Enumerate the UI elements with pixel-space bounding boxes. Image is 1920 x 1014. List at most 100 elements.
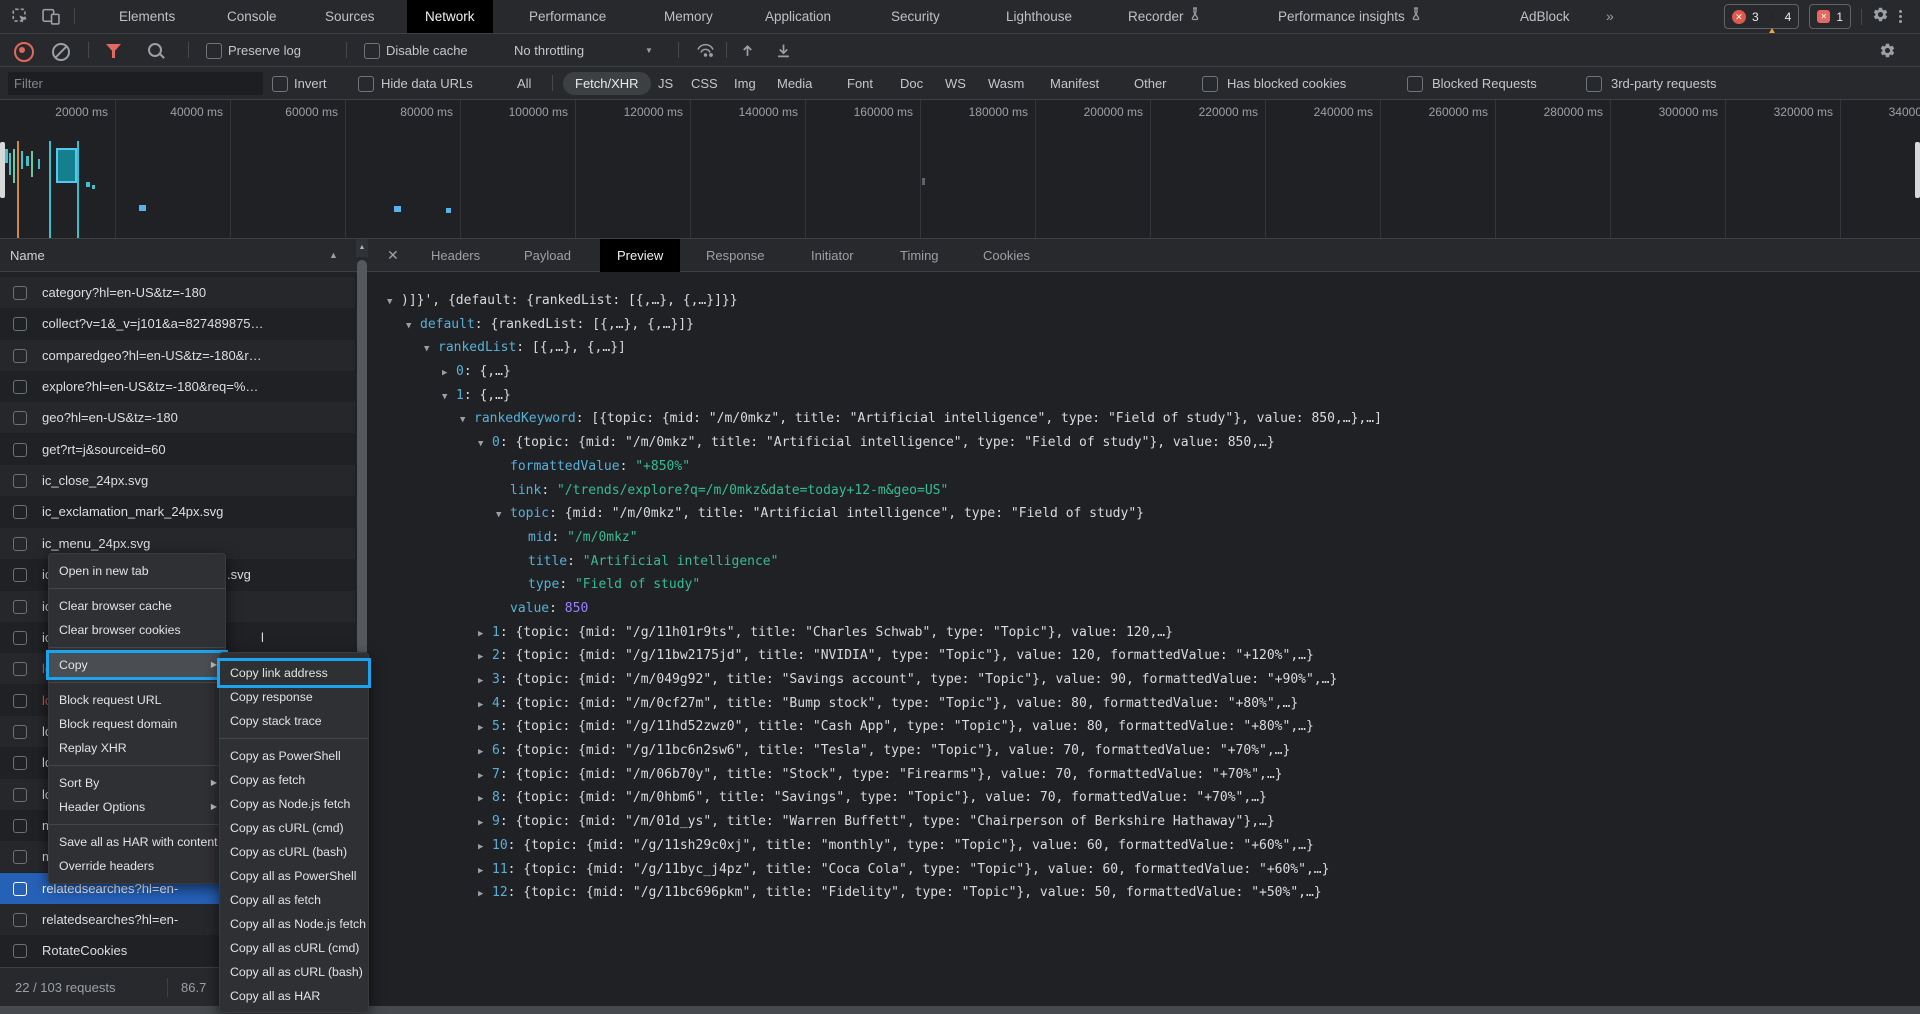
request-row[interactable]: explore?hl=en-US&tz=-180&req=%… [0,371,355,402]
tree-row[interactable]: ▼topic: {mid: "/m/0mkz", title: "Artific… [368,502,1920,526]
filter-input[interactable] [8,72,263,95]
tab-network[interactable]: Network [407,0,493,33]
throttling-select[interactable]: No throttling [514,34,584,67]
request-checkbox[interactable] [13,913,27,927]
tab-elements[interactable]: Elements [119,0,175,33]
detail-tab-payload[interactable]: Payload [524,239,571,272]
export-har-icon[interactable] [776,43,791,63]
collapsed-arrow-icon[interactable]: ▶ [442,362,456,386]
tree-row[interactable]: mid: "/m/0mkz" [368,526,1920,550]
submenu-item-copy-all-as-har[interactable]: Copy all as HAR [220,984,368,1008]
expanded-arrow-icon[interactable]: ▼ [406,315,420,339]
collapsed-arrow-icon[interactable]: ▶ [478,765,492,789]
tab-performance-insights[interactable]: Performance insights [1278,0,1422,33]
request-row[interactable]: get?rt=j&sourceid=60 [0,434,355,465]
request-checkbox[interactable] [13,662,27,676]
submenu-item-copy-all-as-node-js-fetch[interactable]: Copy all as Node.js fetch [220,912,368,936]
tab-memory[interactable]: Memory [664,0,713,33]
search-icon[interactable] [148,43,162,57]
invert-checkbox[interactable] [272,76,288,92]
request-checkbox[interactable] [13,694,27,708]
tree-row[interactable]: ▶1: {topic: {mid: "/g/11h01r9ts", title:… [368,621,1920,645]
kebab-menu-icon[interactable] [1899,10,1902,23]
request-checkbox[interactable] [13,850,27,864]
submenu-item-copy-as-fetch[interactable]: Copy as fetch [220,768,368,792]
menu-item-override-headers[interactable]: Override headers [49,854,225,878]
tree-row[interactable]: link: "/trends/explore?q=/m/0mkz&date=to… [368,479,1920,503]
request-row[interactable]: geo?hl=en-US&tz=-180 [0,402,355,433]
device-toolbar-icon[interactable] [42,8,60,30]
filter-type-manifest[interactable]: Manifest [1050,67,1099,100]
scrollbar-thumb[interactable] [357,260,367,655]
overview-drag-handle[interactable] [1915,142,1920,198]
request-row[interactable]: category?hl=en-US&tz=-180 [0,277,355,308]
submenu-item-copy-link-address[interactable]: Copy link address [220,661,368,685]
filter-type-media[interactable]: Media [777,67,812,100]
tree-row[interactable]: ▶4: {topic: {mid: "/m/0cf27m", title: "B… [368,692,1920,716]
overview-drag-handle[interactable] [0,142,5,198]
expanded-arrow-icon[interactable]: ▼ [387,291,401,315]
tree-row[interactable]: ▶12: {topic: {mid: "/g/11bc696pkm", titl… [368,881,1920,905]
tree-row[interactable]: ▶11: {topic: {mid: "/g/11byc_j4pz", titl… [368,858,1920,882]
tree-row[interactable]: ▼1: {,…} [368,384,1920,408]
request-checkbox[interactable] [13,317,27,331]
hide-data-urls-checkbox[interactable] [358,76,374,92]
filter-type-ws[interactable]: WS [945,67,966,100]
issues-badge[interactable]: ✕ 1 [1809,4,1851,29]
tab-sources[interactable]: Sources [325,0,375,33]
tree-row[interactable]: ▶6: {topic: {mid: "/g/11bc6n2sw6", title… [368,739,1920,763]
filter-type-doc[interactable]: Doc [900,67,923,100]
request-checkbox[interactable] [13,819,27,833]
record-network-log-button[interactable] [14,42,34,62]
tree-row[interactable]: ▼default: {rankedList: [{,…}, {,…}]} [368,313,1920,337]
tree-row[interactable]: ▶2: {topic: {mid: "/g/11bw2175jd", title… [368,644,1920,668]
scrollbar-up-arrow[interactable]: ▲ [356,239,368,257]
tree-row[interactable]: ▶5: {topic: {mid: "/g/11hd52zwz0", title… [368,715,1920,739]
request-checkbox[interactable] [13,474,27,488]
request-checkbox[interactable] [13,286,27,300]
settings-gear-icon[interactable] [1872,6,1889,28]
collapsed-arrow-icon[interactable]: ▶ [478,741,492,765]
detail-tab-headers[interactable]: Headers [431,239,480,272]
tree-row[interactable]: ▶3: {topic: {mid: "/m/049g92", title: "S… [368,668,1920,692]
menu-item-clear-browser-cache[interactable]: Clear browser cache [49,594,225,618]
network-conditions-icon[interactable] [696,43,715,63]
request-checkbox[interactable] [13,756,27,770]
detail-tab-cookies[interactable]: Cookies [983,239,1030,272]
submenu-item-copy-all-as-curl-cmd[interactable]: Copy all as cURL (cmd) [220,936,368,960]
tree-row[interactable]: ▼0: {topic: {mid: "/m/0mkz", title: "Art… [368,431,1920,455]
tree-row[interactable]: value: 850 [368,597,1920,621]
checkbox-3rd-party-requests[interactable] [1586,76,1602,92]
tree-row[interactable]: ▶7: {topic: {mid: "/m/06b70y", title: "S… [368,763,1920,787]
tab-application[interactable]: Application [765,0,831,33]
clear-network-log-button[interactable] [52,43,70,61]
submenu-item-copy-stack-trace[interactable]: Copy stack trace [220,709,368,733]
collapsed-arrow-icon[interactable]: ▶ [478,694,492,718]
filter-type-img[interactable]: Img [734,67,756,100]
filter-type-js[interactable]: JS [658,67,673,100]
sort-ascending-icon[interactable]: ▲ [329,239,338,272]
filter-type-wasm[interactable]: Wasm [988,67,1024,100]
submenu-item-copy-response[interactable]: Copy response [220,685,368,709]
request-row[interactable]: collect?v=1&_v=j101&a=827489875… [0,308,355,339]
request-row[interactable]: ic_close_24px.svg [0,465,355,496]
collapsed-arrow-icon[interactable]: ▶ [478,646,492,670]
request-checkbox[interactable] [13,568,27,582]
inspect-icon[interactable] [12,8,29,30]
submenu-item-copy-all-as-fetch[interactable]: Copy all as fetch [220,888,368,912]
request-checkbox[interactable] [13,505,27,519]
network-settings-gear-icon[interactable] [1879,42,1896,64]
collapsed-arrow-icon[interactable]: ▶ [478,812,492,836]
expanded-arrow-icon[interactable]: ▼ [460,409,474,433]
tab-adblock[interactable]: AdBlock [1520,0,1570,33]
menu-item-replay-xhr[interactable]: Replay XHR [49,736,225,760]
tab-performance[interactable]: Performance [529,0,606,33]
tree-row[interactable]: ▼rankedKeyword: [{topic: {mid: "/m/0mkz"… [368,407,1920,431]
tree-row[interactable]: ▼)]}', {default: {rankedList: [{,…}, {,…… [368,289,1920,313]
detail-tab-timing[interactable]: Timing [900,239,939,272]
request-checkbox[interactable] [13,788,27,802]
filter-icon[interactable] [106,44,121,58]
collapsed-arrow-icon[interactable]: ▶ [478,788,492,812]
expanded-arrow-icon[interactable]: ▼ [496,504,510,528]
detail-tab-preview[interactable]: Preview [600,239,680,272]
